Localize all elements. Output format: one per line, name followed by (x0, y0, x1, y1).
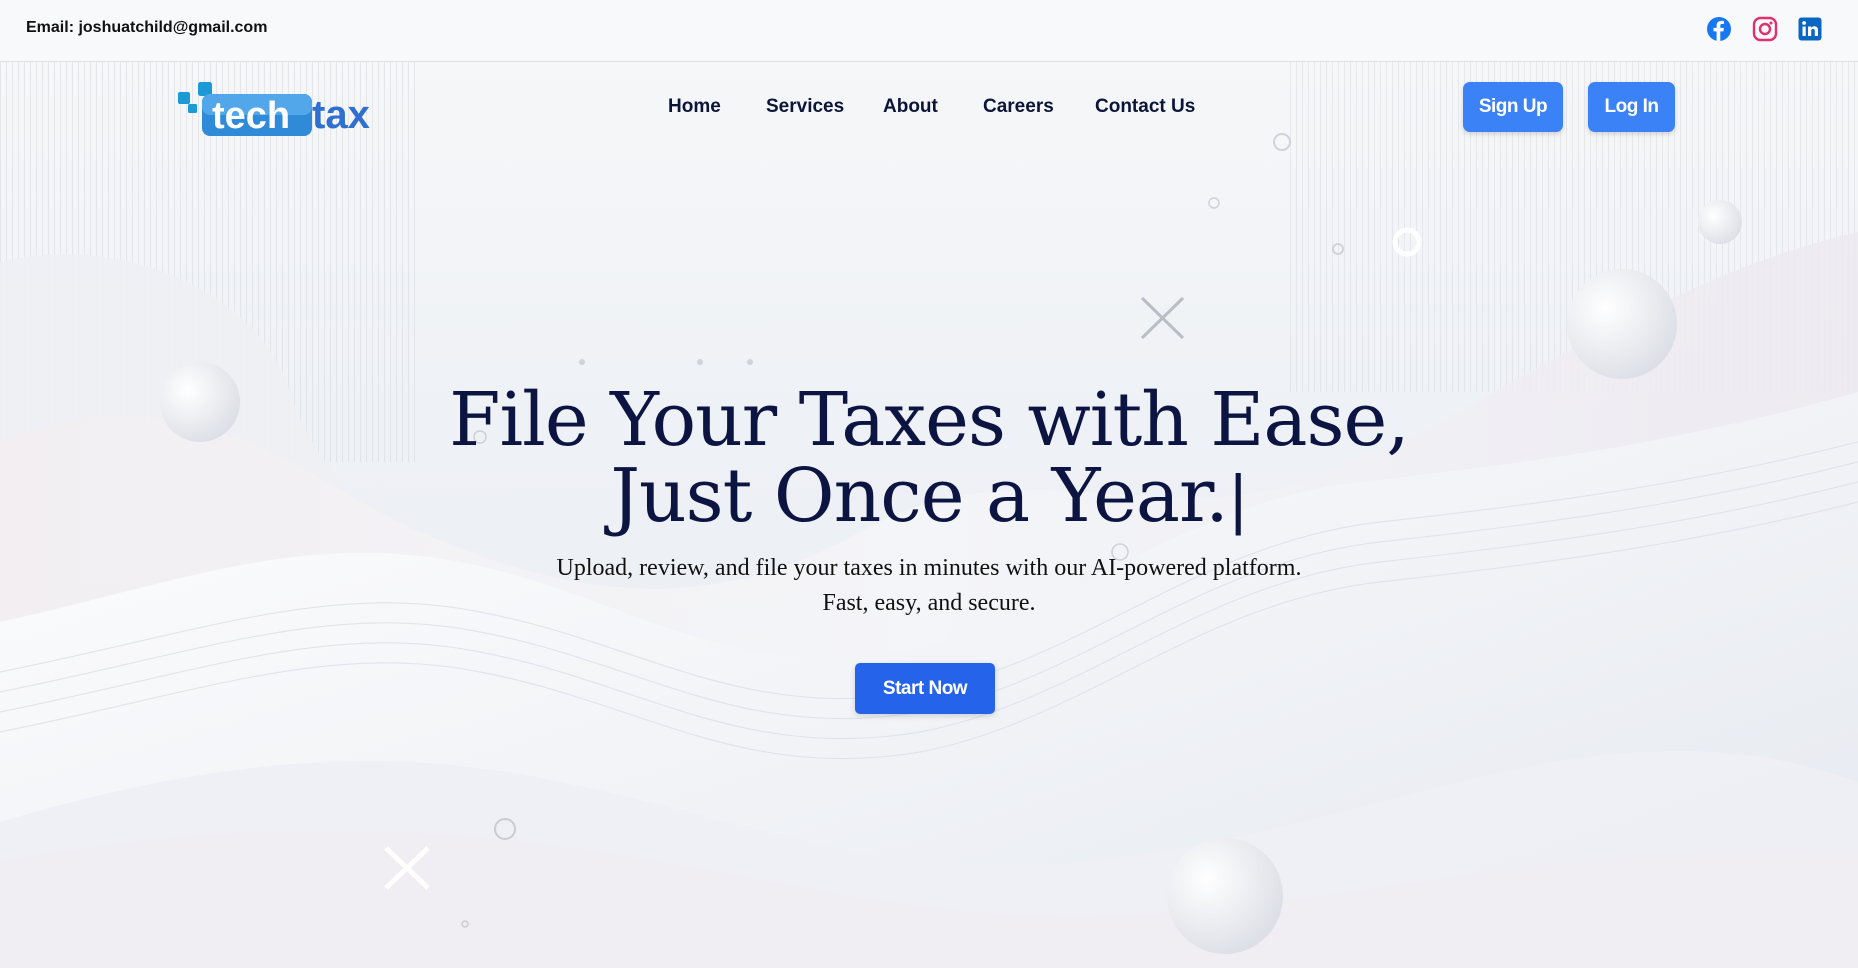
nav-home[interactable]: Home (668, 96, 721, 118)
hero-headline-line2: Just Once a Year.| (0, 458, 1858, 538)
nav-contact-us[interactable]: Contact Us (1095, 96, 1195, 118)
log-in-button[interactable]: Log In (1588, 82, 1675, 132)
top-bar: Email: joshuatchild@gmail.com (0, 0, 1858, 62)
start-now-button[interactable]: Start Now (855, 663, 995, 714)
instagram-icon[interactable] (1752, 16, 1778, 42)
hero-headline-line2-text: Just Once a Year. (610, 453, 1228, 539)
linkedin-icon[interactable] (1797, 16, 1823, 42)
hero-headline-line1: File Your Taxes with Ease, (449, 377, 1410, 463)
hero-section: tech tax Home Services About Careers Con… (0, 62, 1858, 968)
nav-services[interactable]: Services (766, 96, 844, 118)
sign-up-button[interactable]: Sign Up (1463, 82, 1563, 132)
typing-cursor: | (1227, 463, 1249, 536)
facebook-icon[interactable] (1706, 16, 1732, 42)
logo-tech-text: tech (212, 95, 290, 137)
techtax-logo[interactable]: tech tax (176, 80, 392, 142)
hero-subtitle-line2: Fast, easy, and secure. (822, 590, 1036, 616)
nav-careers[interactable]: Careers (983, 96, 1054, 118)
hero-subtitle-line1: Upload, review, and file your taxes in m… (556, 555, 1302, 581)
logo-tax-text: tax (312, 93, 370, 137)
contact-email: Email: joshuatchild@gmail.com (26, 19, 268, 36)
nav-about[interactable]: About (883, 96, 938, 118)
